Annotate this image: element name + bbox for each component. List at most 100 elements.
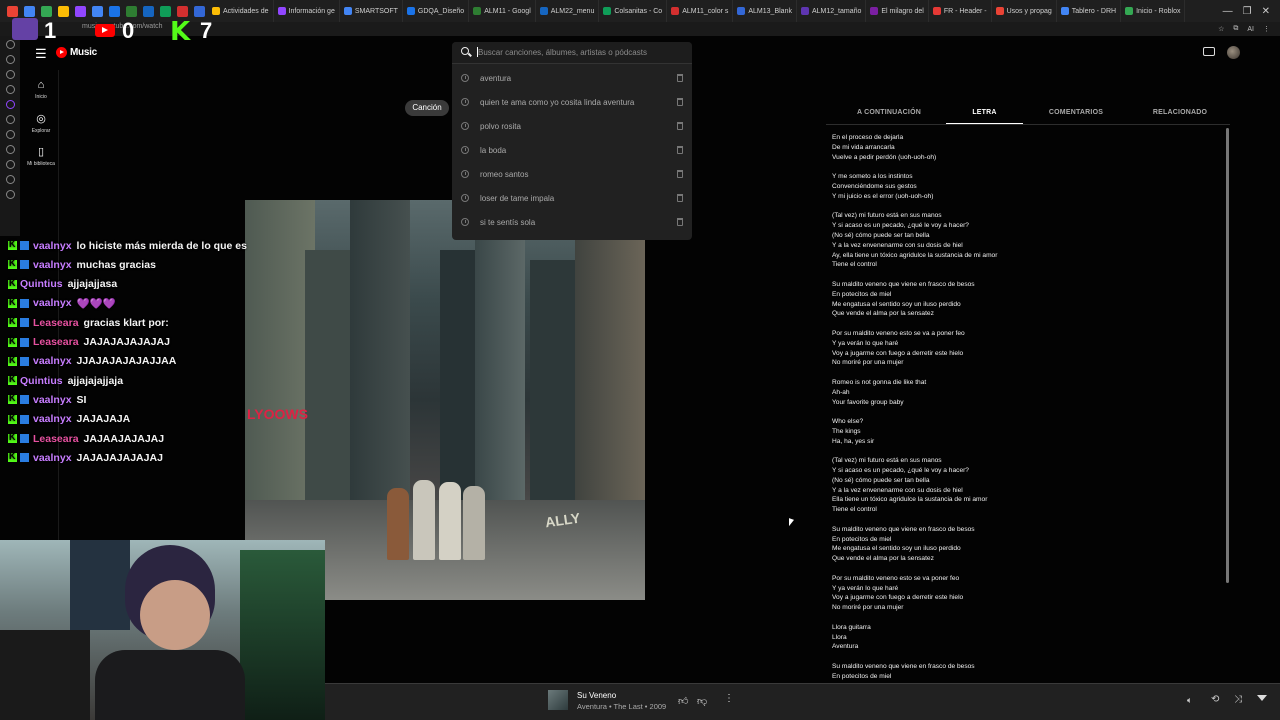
settings-icon[interactable] (5, 190, 15, 199)
browser-tab[interactable]: Actividades de (208, 0, 274, 22)
pinned-tab-icon[interactable] (177, 5, 188, 17)
twitch-icon[interactable] (5, 100, 15, 109)
song-video-toggle[interactable]: Canción (405, 100, 449, 116)
pinned-tab-icon[interactable] (194, 5, 205, 17)
pinned-tab-icon[interactable] (24, 5, 35, 17)
subscriber-badge-icon (20, 337, 29, 347)
delete-icon[interactable] (677, 74, 683, 82)
pinned-tab-icon[interactable] (160, 5, 171, 17)
lyrics-line: (Tal vez) mi futuro está en sus manos (832, 457, 942, 465)
thumbs-down-icon[interactable]: 👎︎ (697, 695, 707, 707)
song-subtitle[interactable]: Aventura • The Last • 2009 (577, 702, 666, 711)
shuffle-icon[interactable]: ⤨ (1234, 694, 1242, 705)
extensions-icon[interactable]: ⧉ (1233, 25, 1238, 33)
tab-related[interactable]: RELACIONADO (1140, 104, 1220, 124)
browser-tab[interactable]: El milagro del (866, 0, 929, 22)
chat-message: vaalnyx SI (8, 390, 86, 409)
delete-icon[interactable] (677, 170, 683, 178)
search-history-item[interactable]: quien te ama como yo cosita linda aventu… (452, 91, 692, 115)
tab-favicon-icon (1125, 7, 1134, 15)
tab-up-next[interactable]: A CONTINUACIÓN (850, 104, 928, 124)
delete-icon[interactable] (677, 194, 683, 202)
browser-tab[interactable]: Información ge (274, 0, 340, 22)
timer-icon[interactable] (5, 160, 15, 169)
nav-item-explorar[interactable]: ◎ Explorar (26, 112, 56, 134)
browser-tab[interactable]: ALM11 - Googl (469, 0, 536, 22)
history-icon[interactable] (5, 40, 15, 49)
volume-icon[interactable]: 🔈︎ (1187, 695, 1192, 706)
search-history-item[interactable]: la boda (452, 139, 692, 163)
tab-favicon-icon (800, 7, 809, 15)
browser-tab[interactable]: GDQA_Diseño (403, 0, 470, 22)
search-history-item[interactable]: aventura (452, 67, 692, 91)
clock-icon[interactable] (5, 145, 15, 154)
pinned-tab-icon[interactable] (58, 5, 69, 17)
restore-icon[interactable]: ❐ (1243, 6, 1252, 17)
lyrics-scrollbar[interactable] (1226, 128, 1229, 583)
delete-icon[interactable] (677, 218, 683, 226)
browser-tab[interactable]: FR - Header - (929, 0, 992, 22)
wallet-icon[interactable] (5, 55, 15, 64)
song-title[interactable]: Su Veneno (577, 691, 616, 700)
youtube-music-logo-icon[interactable] (56, 47, 67, 58)
search-history-item[interactable]: loser de tame impala (452, 187, 692, 211)
tab-favicon-icon (406, 7, 415, 15)
browser-tab[interactable]: SMARTSOFT (340, 0, 403, 22)
kick-badge-icon (8, 393, 17, 405)
kick-badge-icon (8, 374, 17, 386)
lyrics-line: Llora (832, 633, 847, 641)
expand-player-icon[interactable] (1257, 695, 1267, 701)
delete-icon[interactable] (677, 98, 683, 106)
minimize-icon[interactable]: — (1223, 6, 1233, 17)
browser-tab[interactable]: ALM13_Blank (733, 0, 797, 22)
cast-icon[interactable] (1203, 47, 1215, 56)
pinned-tab-icon[interactable] (7, 5, 18, 17)
browser-tab[interactable]: Inicio - Roblox (1121, 0, 1186, 22)
nav-item-inicio[interactable]: ⌂ Inicio (26, 79, 56, 100)
thumbs-up-icon[interactable]: 👍︎ (678, 695, 688, 707)
avatar[interactable] (1227, 46, 1240, 59)
repeat-icon[interactable]: ⟲ (1211, 694, 1219, 705)
chat-text: JAJAJAJAJAJAJ (83, 336, 170, 348)
browser-tab[interactable]: ALM12_tamaño (797, 0, 867, 22)
pinned-tab-icon[interactable] (109, 5, 120, 17)
nav-item-biblioteca[interactable]: ▯ Mi biblioteca (26, 145, 56, 167)
x-icon[interactable] (5, 130, 15, 139)
browser-tab[interactable]: ALM11_color s (667, 0, 734, 22)
tab-comments[interactable]: COMENTARIOS (1036, 104, 1116, 124)
delete-icon[interactable] (677, 146, 683, 154)
sync-icon[interactable] (5, 175, 15, 184)
percent-icon[interactable] (5, 115, 15, 124)
delete-icon[interactable] (677, 122, 683, 130)
search-icon[interactable] (461, 47, 469, 55)
hamburger-menu-icon[interactable]: ☰ (35, 46, 47, 62)
lyrics-line: En potecitos de miel (832, 290, 892, 298)
browser-tab[interactable]: Colsanitas - Co (599, 0, 668, 22)
pinned-tab-icon[interactable] (143, 5, 154, 17)
subscriber-badge-icon (20, 298, 29, 308)
more-options-icon[interactable]: ⋮ (724, 693, 734, 704)
app-name[interactable]: Music (70, 47, 97, 58)
lyrics-line: Tiene el control (832, 506, 877, 514)
pinned-tab-icon[interactable] (126, 5, 137, 17)
ai-button[interactable]: AI (1247, 26, 1254, 33)
tab-lyrics[interactable]: LETRA (946, 104, 1023, 124)
notes-icon[interactable] (5, 85, 15, 94)
close-icon[interactable]: ✕ (1262, 6, 1270, 17)
pinned-tab-icon[interactable] (92, 5, 103, 17)
tab-label: ALM13_Blank (748, 7, 792, 15)
now-playing-thumbnail[interactable] (548, 690, 568, 710)
bookmarks-icon[interactable] (5, 70, 15, 79)
pinned-tab-icon[interactable] (75, 5, 86, 17)
search-history-item[interactable]: si te sentís sola (452, 211, 692, 235)
tab-favicon-icon (343, 7, 352, 15)
browser-tab[interactable]: ALM22_menu (536, 0, 600, 22)
pinned-tab-icon[interactable] (41, 5, 52, 17)
search-history-item[interactable]: romeo santos (452, 163, 692, 187)
menu-icon[interactable]: ⋮ (1263, 25, 1270, 33)
bookmark-icon[interactable]: ☆ (1218, 25, 1224, 33)
browser-tab[interactable]: Tablero - DRH (1057, 0, 1122, 22)
search-history-item[interactable]: polvo rosita (452, 115, 692, 139)
window-controls: — ❐ ✕ (1223, 0, 1280, 22)
browser-tab[interactable]: Usos y propag (992, 0, 1057, 22)
